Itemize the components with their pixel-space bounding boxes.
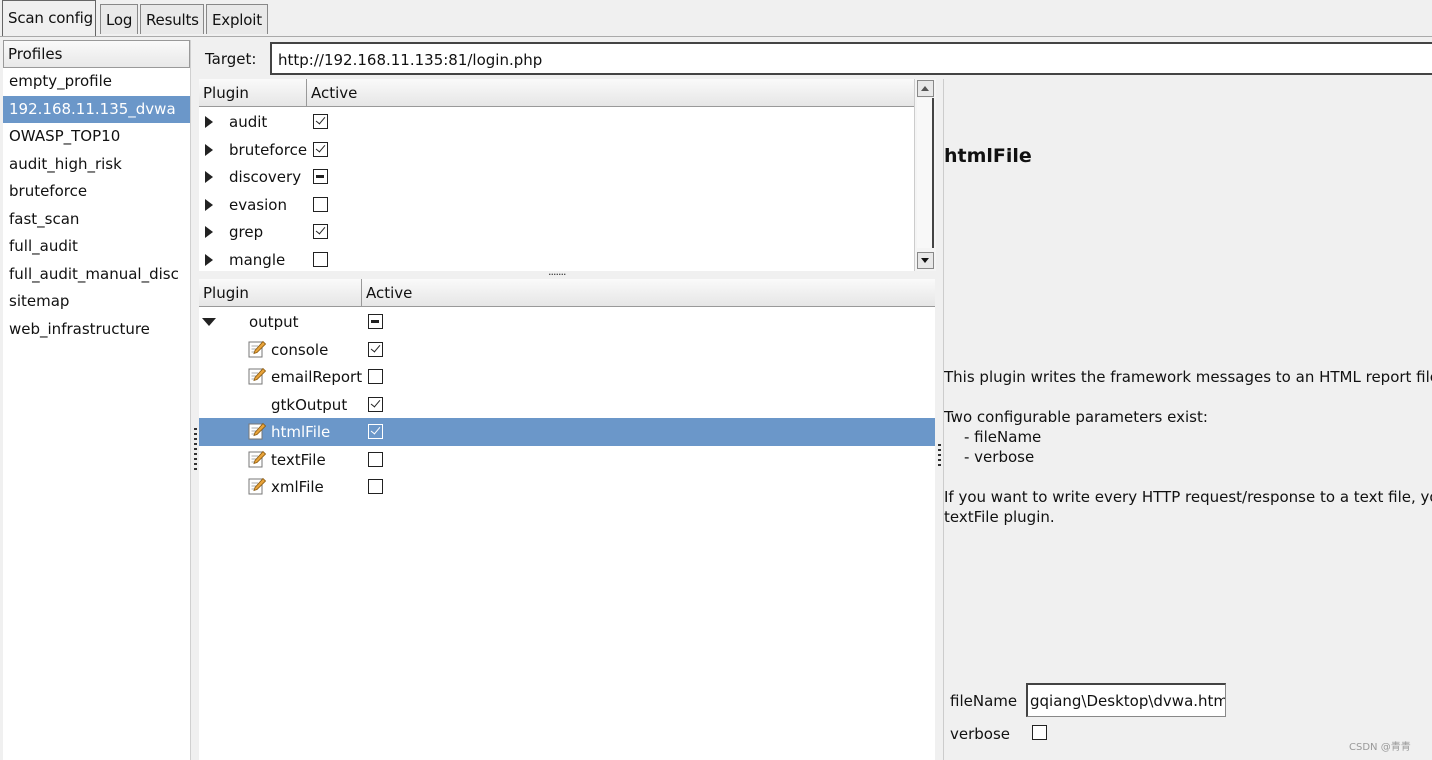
plugin-active-checkbox[interactable] <box>313 141 328 157</box>
plugin-name: gtkOutput <box>271 395 348 414</box>
plugin-title: htmlFile <box>944 145 1032 167</box>
edit-config-icon <box>248 450 267 468</box>
expand-arrow-icon[interactable] <box>205 253 213 266</box>
description-line: textFile plugin. <box>944 508 1055 526</box>
plugin-name: discovery <box>229 168 302 186</box>
profiles-header[interactable]: Profiles <box>3 40 190 68</box>
tab-scan-config[interactable]: Scan config <box>2 0 96 37</box>
pane-splitter-left[interactable] <box>194 428 197 470</box>
plugin-row[interactable]: audit <box>199 108 914 136</box>
plugin-active-checkbox[interactable] <box>313 196 328 212</box>
column-plugin[interactable]: Plugin <box>199 279 362 307</box>
profile-item[interactable]: OWASP_TOP10 <box>3 123 190 151</box>
plugin-name: grep <box>229 223 264 241</box>
plugin-row[interactable]: textFile <box>199 446 935 474</box>
plugin-name: emailReport <box>271 368 363 386</box>
plugin-active-checkbox[interactable] <box>313 169 328 184</box>
pane-splitter-right[interactable] <box>938 444 941 468</box>
profile-item[interactable]: bruteforce <box>3 178 190 206</box>
target-label: Target: <box>205 50 257 68</box>
plugin-row[interactable]: discovery <box>199 163 914 191</box>
edit-config-icon <box>248 340 267 358</box>
plugin-table-output-header: Plugin Active <box>199 279 935 307</box>
filename-label: fileName <box>950 692 1018 710</box>
plugin-table-scrollbar[interactable] <box>914 79 936 271</box>
plugin-row[interactable]: xmlFile <box>199 473 935 501</box>
plugin-active-checkbox[interactable] <box>368 341 383 357</box>
plugin-active-checkbox[interactable] <box>368 314 383 329</box>
profile-item[interactable]: full_audit_manual_disc <box>3 261 190 289</box>
scroll-thumb[interactable] <box>917 98 934 248</box>
plugin-table-output: Plugin Active output console emailReport gt… <box>199 279 935 760</box>
expand-arrow-icon[interactable] <box>205 198 213 211</box>
plugin-active-checkbox[interactable] <box>313 224 328 239</box>
expand-arrow-icon[interactable] <box>205 226 213 238</box>
profile-item[interactable]: full_audit <box>3 233 190 261</box>
plugin-active-checkbox[interactable] <box>368 479 383 494</box>
plugin-name: console <box>271 340 329 359</box>
tab-divider <box>0 36 1432 37</box>
plugin-active-checkbox[interactable] <box>313 114 328 129</box>
plugin-active-checkbox[interactable] <box>368 424 383 439</box>
plugin-description-panel: htmlFile This plugin writes the framewor… <box>943 79 1432 760</box>
tab-log[interactable]: Log <box>100 4 138 34</box>
profile-item[interactable]: empty_profile <box>3 68 190 96</box>
plugin-name: htmlFile <box>271 423 331 441</box>
expand-arrow-icon[interactable] <box>205 116 213 128</box>
description-line: This plugin writes the framework message… <box>944 368 1432 386</box>
plugin-active-checkbox[interactable] <box>368 451 383 467</box>
scroll-up-icon[interactable] <box>917 80 934 97</box>
tab-results[interactable]: Results <box>140 4 204 34</box>
profile-item[interactable]: web_infrastructure <box>3 316 190 344</box>
plugin-row[interactable]: bruteforce <box>199 136 914 164</box>
plugin-active-checkbox[interactable] <box>313 251 328 267</box>
plugin-row[interactable]: gtkOutput <box>199 391 935 419</box>
scroll-down-icon[interactable] <box>917 252 934 269</box>
edit-config-icon <box>248 422 267 440</box>
plugin-name: textFile <box>271 450 326 469</box>
profile-item[interactable]: audit_high_risk <box>3 151 190 179</box>
profiles-panel: Profiles empty_profile 192.168.11.135_dvw… <box>3 40 191 760</box>
description-line: Two configurable parameters exist: <box>944 408 1208 426</box>
plugin-name: output <box>249 313 299 331</box>
profile-item[interactable]: fast_scan <box>3 206 190 234</box>
plugin-name: mangle <box>229 250 286 269</box>
profiles-list: empty_profile 192.168.11.135_dvwa OWASP_TO… <box>3 68 190 343</box>
plugin-name: xmlFile <box>271 478 324 496</box>
filename-input[interactable]: gqiang\Desktop\dvwa.html <box>1026 683 1226 717</box>
tab-exploit[interactable]: Exploit <box>206 4 268 34</box>
edit-config-icon <box>248 477 267 495</box>
verbose-label: verbose <box>950 725 1011 743</box>
plugin-active-checkbox[interactable] <box>368 369 383 384</box>
plugin-row[interactable]: htmlFile <box>199 418 935 446</box>
profile-item[interactable]: 192.168.11.135_dvwa <box>3 95 190 123</box>
plugin-table-top-header: Plugin Active <box>199 79 914 107</box>
expand-arrow-icon[interactable] <box>205 143 213 156</box>
expand-arrow-icon[interactable] <box>205 171 213 183</box>
edit-config-icon <box>248 367 267 385</box>
description-line: - fileName <box>964 428 1042 446</box>
watermark: CSDN @青青 <box>1349 742 1411 753</box>
column-plugin[interactable]: Plugin <box>199 79 307 107</box>
description-line: If you want to write every HTTP request/… <box>944 488 1432 506</box>
target-input[interactable]: http://192.168.11.135:81/login.php <box>270 42 1432 75</box>
plugin-row[interactable]: console <box>199 336 935 364</box>
collapse-arrow-icon[interactable] <box>202 318 216 326</box>
plugin-row-output[interactable]: output <box>199 308 935 336</box>
plugin-row[interactable]: emailReport <box>199 363 935 391</box>
plugin-row[interactable]: grep <box>199 218 914 246</box>
profile-item[interactable]: sitemap <box>3 288 190 316</box>
verbose-checkbox[interactable] <box>1032 725 1047 740</box>
column-active[interactable]: Active <box>307 79 914 107</box>
plugin-table-top: Plugin Active audit bruteforce discovery ev… <box>199 79 914 271</box>
plugin-name: evasion <box>229 195 287 214</box>
tab-bar: Scan config Log Results Exploit <box>0 0 1432 38</box>
description-line: - verbose <box>964 448 1035 466</box>
plugin-row[interactable]: evasion <box>199 191 914 219</box>
plugin-active-checkbox[interactable] <box>368 396 383 412</box>
plugin-name: bruteforce <box>229 140 308 159</box>
column-active[interactable]: Active <box>362 279 935 307</box>
plugin-name: audit <box>229 113 268 131</box>
